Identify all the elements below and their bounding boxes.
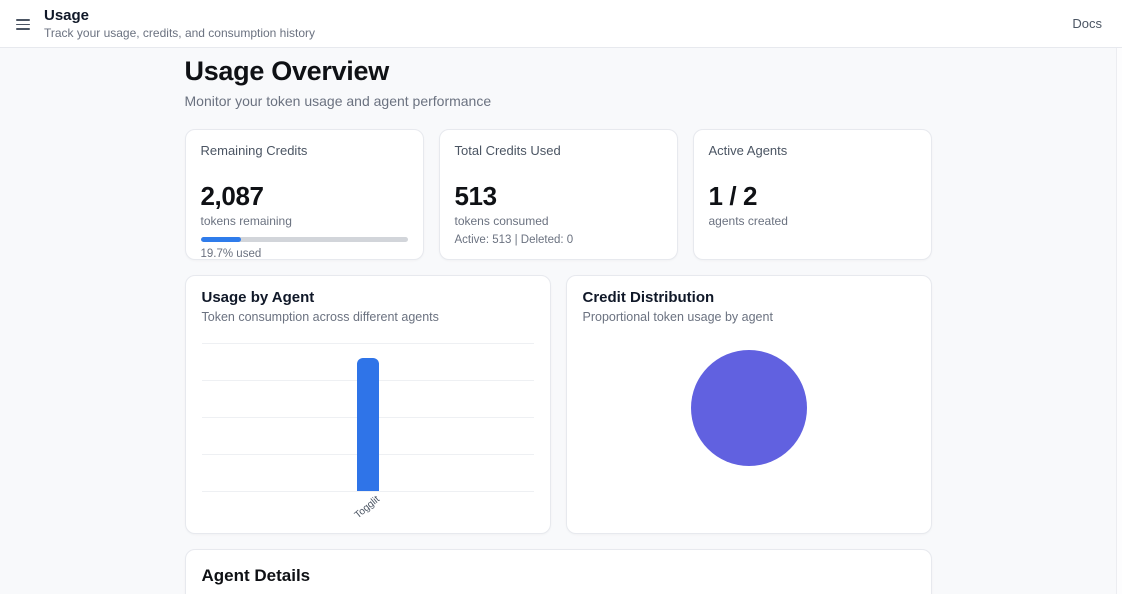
docs-link[interactable]: Docs bbox=[1072, 16, 1102, 31]
usage-by-agent-card: Usage by Agent Token consumption across … bbox=[184, 275, 551, 535]
page-title: Usage Overview bbox=[184, 56, 390, 86]
main-content: Usage Overview Monitor your token usage … bbox=[0, 48, 1117, 594]
stat-value: 513 bbox=[454, 181, 498, 212]
pie-chart bbox=[583, 324, 915, 467]
stat-value: 2,087 bbox=[200, 181, 264, 212]
charts-row: Usage by Agent Token consumption across … bbox=[184, 275, 932, 535]
total-credits-card: Total Credits Used 513 tokens consumed A… bbox=[438, 129, 678, 261]
stat-label: Remaining Credits bbox=[200, 143, 308, 159]
scrollbar[interactable] bbox=[1117, 48, 1122, 594]
stat-unit: tokens remaining bbox=[200, 213, 292, 228]
credits-progress-fill bbox=[200, 236, 242, 242]
remaining-credits-card: Remaining Credits 2,087 tokens remaining… bbox=[184, 129, 424, 261]
page-subtitle: Monitor your token usage and agent perfo… bbox=[184, 93, 492, 110]
stat-label: Total Credits Used bbox=[454, 143, 561, 159]
usage-bar bbox=[356, 357, 379, 492]
chart-subtitle: Proportional token usage by agent bbox=[582, 310, 773, 325]
bar-chart: Togglit bbox=[201, 343, 534, 521]
stats-row: Remaining Credits 2,087 tokens remaining… bbox=[184, 129, 932, 261]
app-title: Usage bbox=[44, 6, 90, 24]
stat-label: Active Agents bbox=[708, 143, 788, 159]
stat-unit: tokens consumed bbox=[454, 213, 549, 228]
active-agents-card: Active Agents 1 / 2 agents created bbox=[692, 129, 932, 261]
stat-footnote: 19.7% used bbox=[200, 247, 262, 260]
app-subtitle: Track your usage, credits, and consumpti… bbox=[44, 26, 316, 41]
menu-icon[interactable] bbox=[16, 19, 30, 30]
credits-progress-bar bbox=[200, 236, 408, 242]
chart-title: Usage by Agent bbox=[201, 289, 315, 307]
gridline bbox=[201, 491, 534, 493]
top-header: Usage Track your usage, credits, and con… bbox=[0, 0, 1122, 48]
chart-subtitle: Token consumption across different agent… bbox=[201, 310, 439, 325]
credit-distribution-card: Credit Distribution Proportional token u… bbox=[565, 275, 932, 535]
agent-details-title: Agent Details bbox=[201, 566, 311, 586]
chart-title: Credit Distribution bbox=[582, 289, 715, 307]
gridline bbox=[201, 343, 534, 345]
x-axis-tick-label: Togglit bbox=[352, 494, 382, 522]
credit-pie bbox=[690, 350, 807, 467]
stat-unit: agents created bbox=[708, 213, 788, 228]
agent-details-card: Agent Details Detailed breakdown of toke… bbox=[184, 549, 932, 594]
header-text-block: Usage Track your usage, credits, and con… bbox=[44, 7, 315, 40]
stat-footnote: Active: 513 | Deleted: 0 bbox=[454, 233, 574, 246]
stat-value: 1 / 2 bbox=[708, 181, 758, 212]
